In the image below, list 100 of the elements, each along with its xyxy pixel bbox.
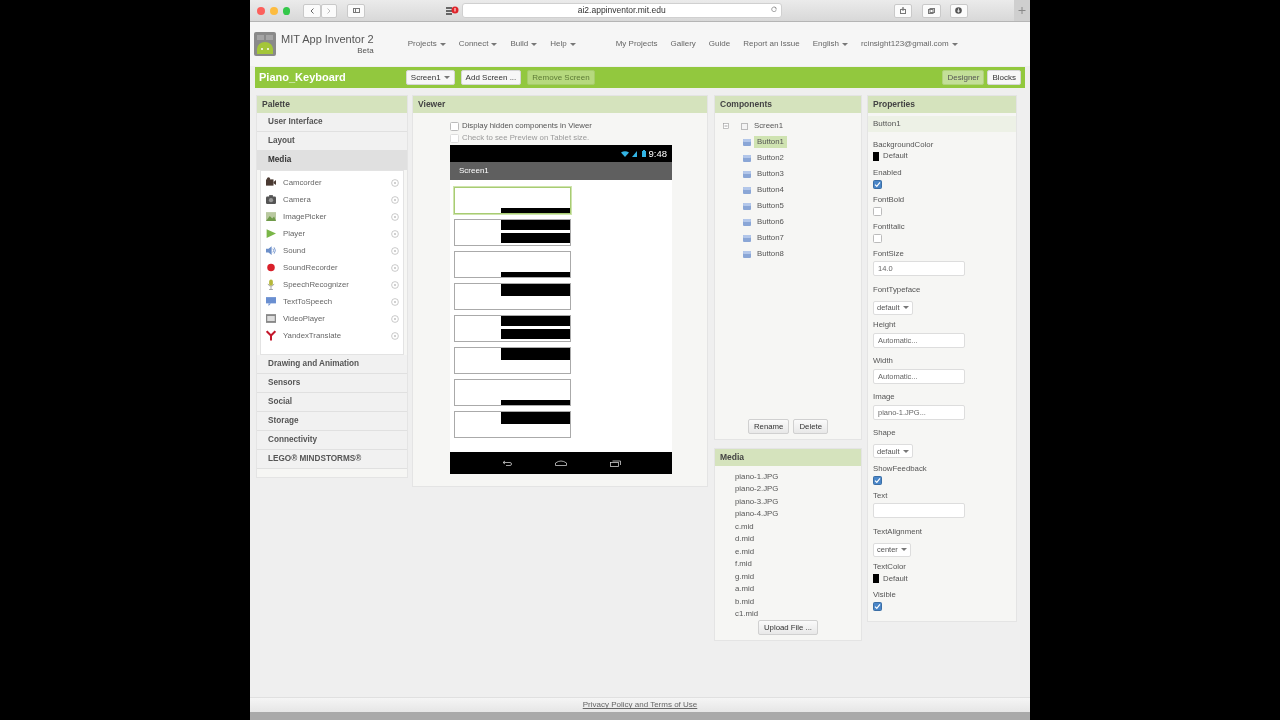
download-icon: [955, 7, 963, 14]
caret-icon: [531, 42, 538, 46]
button-component-icon: [743, 218, 751, 226]
play-icon: [266, 227, 276, 240]
caret-icon: [569, 42, 576, 46]
menu-item[interactable]: Help: [550, 39, 576, 49]
tabs-button[interactable]: [922, 3, 941, 18]
record-icon: [266, 261, 276, 274]
back-icon[interactable]: [501, 460, 512, 466]
screen-dropdown[interactable]: Screen1: [405, 70, 455, 85]
piano-key-button[interactable]: [454, 411, 571, 438]
view-toggle-button[interactable]: Designer: [942, 70, 985, 85]
piano-key-button[interactable]: [454, 187, 571, 214]
share-button[interactable]: [893, 3, 913, 18]
checkbox[interactable]: [873, 179, 882, 189]
color-swatch[interactable]: [873, 574, 879, 583]
menu-item[interactable]: Guide: [708, 39, 731, 49]
menu-item[interactable]: Report an Issue: [743, 39, 800, 49]
button-component-icon: [743, 202, 751, 210]
piano-key-button[interactable]: [454, 347, 571, 374]
caret-icon: [841, 42, 848, 46]
forward-button[interactable]: [320, 3, 338, 18]
back-button[interactable]: [303, 3, 321, 18]
menu-item[interactable]: English: [812, 39, 848, 49]
palette-category[interactable]: Connectivity: [257, 431, 407, 450]
checkbox[interactable]: [450, 121, 459, 131]
panel-header: Palette: [257, 96, 407, 113]
button-component-icon: [743, 186, 751, 194]
camcorder-icon: [266, 176, 276, 189]
download-button[interactable]: [949, 3, 968, 18]
extension-badge-icon[interactable]: [444, 6, 459, 15]
checkbox[interactable]: [873, 206, 882, 216]
button-component-icon: [743, 250, 751, 258]
palette-category[interactable]: Social: [257, 393, 407, 412]
piano-key-button[interactable]: [454, 315, 571, 342]
app-title: MIT App Inventor 2: [281, 32, 374, 46]
wifi-icon: [620, 150, 629, 157]
menu-item[interactable]: Connect: [458, 39, 498, 49]
sidebar-button[interactable]: [347, 3, 365, 18]
button-component-icon: [743, 234, 751, 242]
caret-icon: [439, 42, 446, 46]
reload-icon[interactable]: [770, 6, 777, 12]
project-title: Piano_Keyboard: [259, 70, 346, 85]
button-component-icon: [743, 170, 751, 178]
menu-item[interactable]: Gallery: [670, 39, 696, 49]
piano-key-button[interactable]: [454, 379, 571, 406]
palette-category[interactable]: Drawing and Animation: [257, 355, 407, 374]
toolbar-button[interactable]: Add Screen ...: [460, 70, 522, 85]
screen-title-bar: Screen1: [450, 162, 672, 180]
menu-item[interactable]: Build: [510, 39, 538, 49]
piano-key-button[interactable]: [454, 283, 571, 310]
tabs-icon: [927, 7, 935, 14]
panel-header: Components: [715, 96, 861, 113]
button-component-icon: [743, 154, 751, 162]
panel-header: Media: [715, 449, 861, 466]
palette-category[interactable]: User Interface: [257, 113, 407, 132]
speaker-icon: [266, 244, 276, 257]
caret-icon: [491, 42, 498, 46]
caret-icon: [902, 306, 909, 309]
film-icon: [266, 312, 276, 325]
palette-category[interactable]: LEGO® MINDSTORMS®: [257, 450, 407, 469]
caret-icon: [902, 449, 909, 453]
menu-item[interactable]: My Projects: [615, 39, 658, 49]
collapse-icon[interactable]: [723, 123, 729, 129]
caret-icon: [443, 76, 450, 79]
sidebar-icon: [352, 8, 360, 13]
new-tab-icon[interactable]: [1014, 0, 1030, 21]
screen-icon: [741, 122, 748, 130]
palette-category[interactable]: Media: [257, 151, 407, 170]
microphone-icon: [266, 278, 276, 291]
checkbox[interactable]: [873, 233, 882, 243]
color-swatch[interactable]: [873, 151, 879, 161]
url-text: ai2.appinventor.mit.edu: [577, 5, 666, 16]
caret-icon: [900, 548, 907, 551]
camera-icon: [266, 193, 276, 206]
view-toggle-button[interactable]: Blocks: [987, 70, 1021, 85]
menu-item[interactable]: Projects: [407, 39, 446, 49]
footer-link[interactable]: Privacy Policy and Terms of Use: [582, 700, 698, 710]
component-name: Button1: [868, 116, 1016, 132]
text-field[interactable]: [873, 503, 965, 518]
beta-label: Beta: [356, 45, 374, 56]
chevron-left-icon: [310, 7, 314, 14]
checkbox[interactable]: [873, 475, 882, 485]
checkbox[interactable]: [873, 602, 882, 611]
chevron-right-icon: [327, 7, 331, 14]
recent-apps-icon[interactable]: [609, 459, 621, 467]
panel-header: Viewer: [413, 96, 707, 113]
piano-key-button[interactable]: [454, 251, 571, 278]
palette-category[interactable]: Storage: [257, 412, 407, 431]
status-time: 9:48: [648, 147, 667, 160]
address-bar[interactable]: ai2.appinventor.mit.edu: [461, 3, 782, 18]
home-icon[interactable]: [554, 460, 567, 466]
piano-key-button[interactable]: [454, 219, 571, 246]
signal-icon: [631, 150, 637, 157]
branch-icon: [266, 329, 276, 342]
battery-icon: [641, 150, 646, 157]
palette-category[interactable]: Sensors: [257, 374, 407, 393]
caret-icon: [951, 42, 958, 46]
palette-category[interactable]: Layout: [257, 132, 407, 151]
menu-item[interactable]: rcinsight123@gmail.com: [860, 39, 958, 49]
